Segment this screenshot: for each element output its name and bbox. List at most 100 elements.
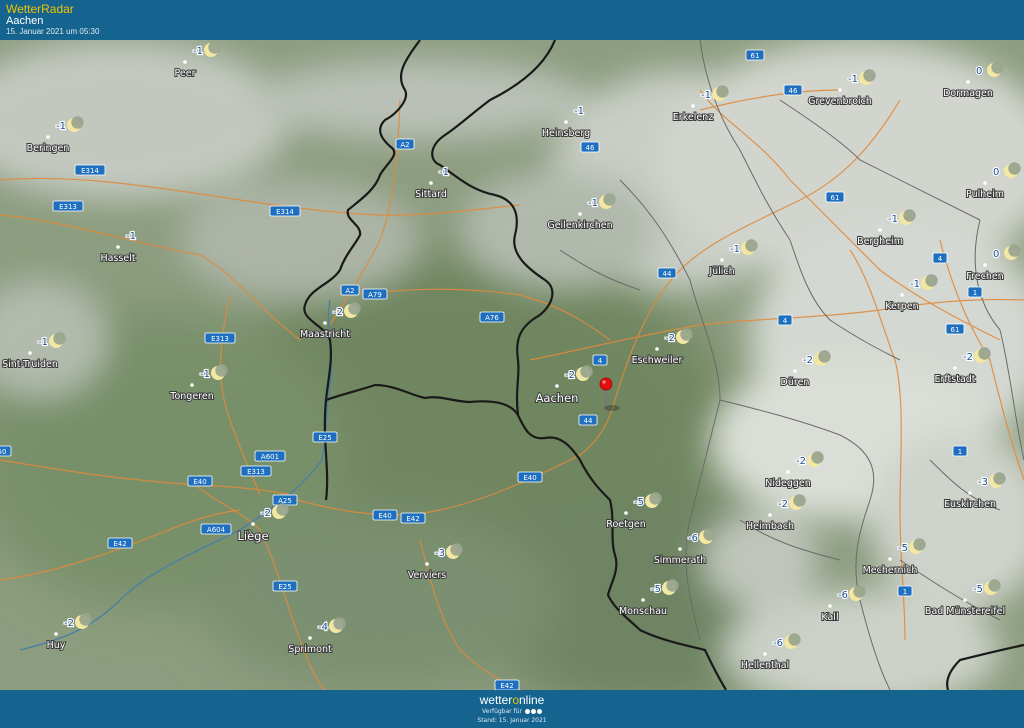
road-shield: 46 — [580, 141, 600, 153]
city-name: Mechernich — [863, 565, 918, 576]
city-name: Jülich — [708, 266, 734, 277]
weather-radar-map[interactable]: 61 46 A2 46 E314 E313 E314 61 44 4 1 A2 A79 A76 4 61 E31… — [0, 40, 1024, 690]
temperature-value: -2 — [665, 333, 675, 344]
road-label: 46 — [789, 87, 798, 95]
temperature-value: -1 — [910, 279, 920, 290]
road-shield: E25 — [272, 580, 298, 592]
temperature-value: -1 — [574, 106, 584, 117]
road-shield: A2 — [395, 138, 415, 150]
road-label: E314 — [276, 208, 294, 216]
brand-prefix: wetter — [479, 693, 513, 707]
road-label: 1 — [903, 588, 907, 596]
city-name: Peer — [175, 68, 196, 79]
temperature-value: -1 — [730, 244, 740, 255]
temperature-value: -1 — [888, 214, 898, 225]
temperature-value: -4 — [318, 622, 328, 633]
city-name: Tongeren — [169, 391, 213, 402]
brand-logo[interactable]: wetteronline — [0, 693, 1024, 707]
city-name: Heimbach — [746, 521, 794, 532]
temperature-value: -1 — [38, 337, 48, 348]
city-name: Erftstadt — [934, 374, 975, 385]
city-name: Nideggen — [765, 478, 811, 489]
city-name: Euskirchen — [944, 499, 996, 510]
temperature-value: -2 — [778, 499, 788, 510]
temperature-value: -1 — [126, 231, 136, 242]
road-label: E25 — [318, 434, 331, 442]
city-name: Pulheim — [966, 189, 1004, 200]
city-name: Beringen — [27, 143, 70, 154]
app-title: WetterRadar — [6, 2, 74, 16]
road-label: E40 — [193, 478, 206, 486]
temperature-value: -2 — [333, 307, 343, 318]
road-shield: 61 — [945, 323, 965, 335]
city-name: Bergheim — [857, 236, 903, 247]
location-name[interactable]: Aachen — [6, 15, 43, 27]
road-shield: 44 — [578, 414, 598, 426]
city-name: Hellenthal — [741, 660, 789, 671]
app-header: WetterRadar Aachen 15. Januar 2021 um 05… — [0, 0, 1024, 40]
road-shield: 4 — [592, 354, 608, 366]
road-label: A76 — [485, 314, 499, 322]
road-label: E40 — [378, 512, 391, 520]
road-shield: 50 — [0, 445, 12, 457]
road-label: E25 — [278, 583, 291, 591]
temperature-value: 0 — [993, 249, 999, 260]
road-label: 50 — [0, 448, 6, 456]
temperature-value: -2 — [565, 370, 575, 381]
platform-dots — [524, 708, 542, 715]
city-name: Maastricht — [300, 329, 350, 340]
road-shield: E25 — [312, 431, 338, 443]
brand-suffix: nline — [519, 693, 545, 707]
road-shield: E40 — [372, 509, 398, 521]
road-label: 4 — [598, 357, 603, 365]
road-shield: A604 — [200, 523, 232, 535]
road-shield: 44 — [657, 267, 677, 279]
city-name: Dormagen — [943, 88, 993, 99]
temperature-value: -6 — [838, 590, 848, 601]
road-shield: 4 — [932, 252, 948, 264]
temperature-value: -3 — [435, 548, 445, 559]
road-label: A604 — [207, 526, 226, 534]
road-label: E313 — [59, 203, 77, 211]
city-name: Bad Münstereifel — [925, 606, 1005, 617]
road-label: 4 — [783, 317, 788, 325]
road-shield: A601 — [254, 450, 286, 462]
road-shield: 46 — [783, 84, 803, 96]
road-label: E42 — [500, 682, 513, 690]
road-label: A79 — [368, 291, 382, 299]
road-label: 61 — [951, 326, 960, 334]
road-shield: 61 — [825, 191, 845, 203]
stand-date: Stand: 15. Januar 2021 — [477, 717, 547, 724]
city-name: Heinsberg — [542, 128, 590, 139]
road-shield: 1 — [952, 445, 968, 457]
road-shield: 4 — [777, 314, 793, 326]
temperature-value: -2 — [963, 352, 973, 363]
temperature-value: -1 — [439, 167, 449, 178]
city-name: Kerpen — [885, 301, 918, 312]
road-label: E42 — [406, 515, 419, 523]
city-name: Huy — [47, 640, 66, 651]
city-name: Eschweiler — [632, 355, 683, 366]
road-label: E314 — [81, 167, 99, 175]
temperature-value: -1 — [193, 46, 203, 57]
road-label: E42 — [113, 540, 126, 548]
road-label: A2 — [400, 141, 409, 149]
temperature-value: -1 — [200, 369, 210, 380]
road-shield: E314 — [269, 205, 301, 217]
temperature-value: -1 — [701, 90, 711, 101]
road-label: E313 — [247, 468, 265, 476]
city-name: Roetgen — [606, 519, 645, 530]
city-name: Sint-Truiden — [2, 359, 58, 370]
temperature-value: 0 — [993, 167, 999, 178]
road-label: A25 — [278, 497, 292, 505]
temperature-value: -1 — [588, 198, 598, 209]
road-shield: E42 — [400, 512, 426, 524]
city-name: Hasselt — [100, 253, 135, 264]
road-shield: E40 — [187, 475, 213, 487]
temperature-value: -2 — [64, 618, 74, 629]
road-shield: 1 — [897, 585, 913, 597]
city-name: Düren — [781, 377, 810, 388]
road-label: A2 — [345, 287, 354, 295]
temperature-value: -2 — [261, 508, 271, 519]
city-name: Monschau — [619, 606, 667, 617]
